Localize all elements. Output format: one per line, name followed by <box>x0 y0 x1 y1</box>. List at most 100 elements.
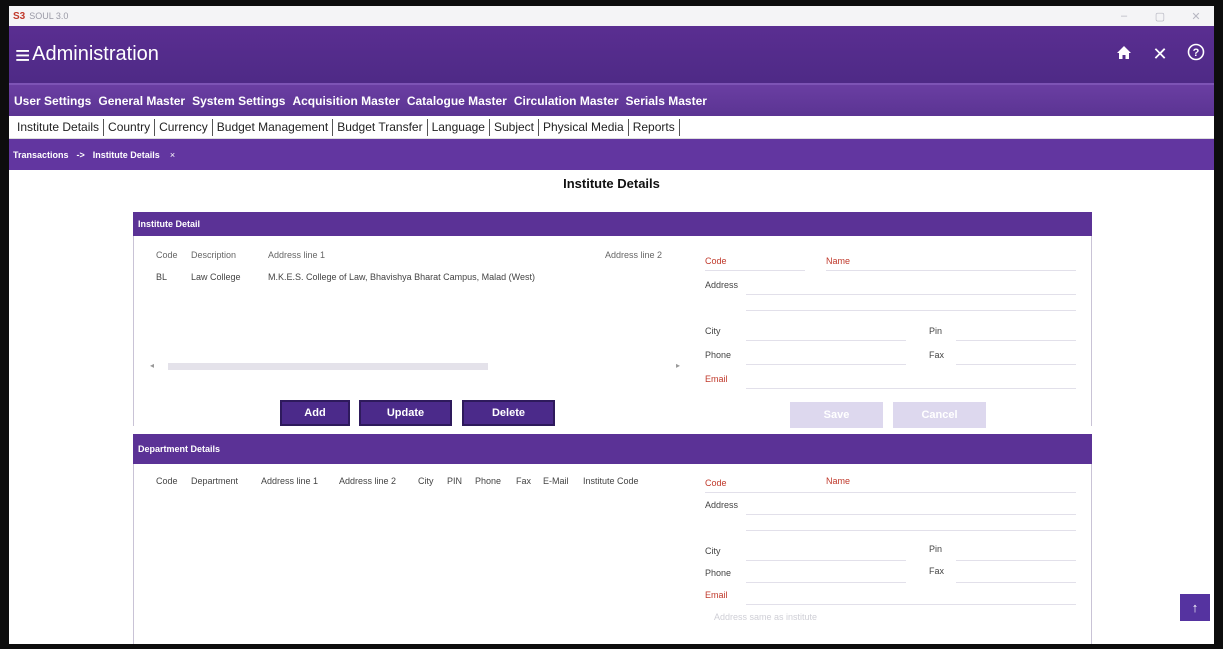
menu-acquisition-master[interactable]: Acquisition Master <box>292 94 399 108</box>
dept-col-pin: PIN <box>447 476 463 486</box>
code-field-label: Code <box>705 256 727 266</box>
dept-fax-input[interactable] <box>956 582 1076 583</box>
dept-col-fax: Fax <box>516 476 532 486</box>
dept-col-department: Department <box>191 476 239 486</box>
dept-col-institute-code: Institute Code <box>583 476 639 486</box>
dept-city-input[interactable] <box>746 560 906 561</box>
row-description: Law College <box>191 272 241 282</box>
window-close-button[interactable]: ✕ <box>1178 10 1214 23</box>
menu-system-settings[interactable]: System Settings <box>192 94 285 108</box>
dept-city-field-label: City <box>705 546 721 556</box>
scrollbar-thumb[interactable] <box>168 363 488 370</box>
address-input[interactable] <box>746 294 1076 295</box>
address-same-as-institute-checkbox[interactable]: Address same as institute <box>714 612 817 622</box>
fax-input[interactable] <box>956 364 1076 365</box>
row-code: BL <box>156 272 168 282</box>
scroll-to-top-button[interactable]: ↑ <box>1180 594 1210 621</box>
pin-input[interactable] <box>956 340 1076 341</box>
home-icon[interactable] <box>1106 44 1142 65</box>
col-code: Code <box>156 250 178 260</box>
email-field-label: Email <box>705 374 728 384</box>
fax-field-label: Fax <box>929 350 945 360</box>
address-field-label: Address <box>705 280 739 290</box>
dept-name-field-label: Name <box>826 476 851 486</box>
submenu-budget-management[interactable]: Budget Management <box>213 118 334 136</box>
city-input[interactable] <box>746 340 906 341</box>
city-field-label: City <box>705 326 721 336</box>
add-button[interactable]: Add <box>280 400 350 426</box>
cancel-button[interactable]: Cancel <box>893 402 986 428</box>
dept-col-address-line-2: Address line 2 <box>339 476 397 486</box>
submenu-reports[interactable]: Reports <box>629 118 680 136</box>
arrow-up-icon: ↑ <box>1191 600 1199 615</box>
minimize-button[interactable]: – <box>1106 10 1142 23</box>
dept-pin-field-label: Pin <box>929 544 943 554</box>
submenu-language[interactable]: Language <box>428 118 490 136</box>
col-address-line-1: Address line 1 <box>268 250 326 260</box>
svg-text:?: ? <box>1193 47 1200 59</box>
page-title: Institute Details <box>563 176 660 191</box>
breadcrumb-arrow: -> <box>76 149 85 160</box>
submenu-country[interactable]: Country <box>104 118 156 136</box>
submenu-physical-media[interactable]: Physical Media <box>539 118 629 136</box>
menu-serials-master[interactable]: Serials Master <box>626 94 707 108</box>
dept-phone-input[interactable] <box>746 582 906 583</box>
breadcrumb: Transactions -> Institute Details × <box>9 139 1214 170</box>
app-title: Administration <box>32 43 159 65</box>
maximize-button[interactable]: ▢ <box>1142 10 1178 23</box>
code-input[interactable] <box>705 270 805 271</box>
app-window: S3 SOUL 3.0 – ▢ ✕ ≡ Administration ✕ ? U… <box>9 6 1214 644</box>
menu-circulation-master[interactable]: Circulation Master <box>514 94 619 108</box>
col-description: Description <box>191 250 237 260</box>
department-panel-body: Code Department Address line 1 Address l… <box>133 464 1092 644</box>
dept-address-input[interactable] <box>746 514 1076 515</box>
app-logo: S3 <box>13 10 26 22</box>
email-input[interactable] <box>746 388 1076 389</box>
horizontal-scrollbar[interactable]: ◂ ▸ <box>150 361 680 371</box>
window-title-bar: S3 SOUL 3.0 – ▢ ✕ <box>9 6 1214 26</box>
dept-fax-field-label: Fax <box>929 566 945 576</box>
help-icon[interactable]: ? <box>1178 43 1214 66</box>
dept-email-input[interactable] <box>746 604 1076 605</box>
dept-col-city: City <box>418 476 434 486</box>
breadcrumb-current[interactable]: Institute Details <box>93 150 160 160</box>
department-details-panel: Department Details Code Department Addre… <box>133 434 1092 644</box>
scroll-left-icon[interactable]: ◂ <box>150 361 154 370</box>
institute-detail-panel: Institute Detail Code Description Addres… <box>133 212 1092 428</box>
scroll-right-icon[interactable]: ▸ <box>676 361 680 370</box>
department-panel-title: Department Details <box>133 434 1092 464</box>
submenu-institute-details[interactable]: Institute Details <box>13 118 105 136</box>
close-icon[interactable]: ✕ <box>1142 44 1178 65</box>
dept-address-field-label: Address <box>705 500 739 510</box>
name-input[interactable] <box>826 270 1076 271</box>
breadcrumb-close-icon[interactable]: × <box>170 150 175 160</box>
phone-field-label: Phone <box>705 350 732 360</box>
menu-catalogue-master[interactable]: Catalogue Master <box>407 94 507 108</box>
dept-name-input[interactable] <box>746 492 1076 493</box>
menu-general-master[interactable]: General Master <box>98 94 185 108</box>
address-input-2[interactable] <box>746 310 1076 311</box>
update-button[interactable]: Update <box>359 400 452 426</box>
app-header: ≡ Administration ✕ ? <box>9 26 1214 83</box>
dept-pin-input[interactable] <box>956 560 1076 561</box>
dept-col-code: Code <box>156 476 178 486</box>
menu-user-settings[interactable]: User Settings <box>14 94 91 108</box>
phone-input[interactable] <box>746 364 906 365</box>
row-address-line-1: M.K.E.S. College of Law, Bhavishya Bhara… <box>268 272 535 282</box>
dept-col-phone: Phone <box>475 476 502 486</box>
delete-button[interactable]: Delete <box>462 400 555 426</box>
col-address-line-2: Address line 2 <box>605 250 663 260</box>
institute-panel-body: Code Description Address line 1 Address … <box>133 236 1092 428</box>
dept-address-input-2[interactable] <box>746 530 1076 531</box>
submenu-currency[interactable]: Currency <box>155 118 213 136</box>
dept-code-field-label: Code <box>705 478 727 488</box>
breadcrumb-root[interactable]: Transactions <box>13 150 69 160</box>
hamburger-menu-icon[interactable]: ≡ <box>15 42 30 68</box>
save-button[interactable]: Save <box>790 402 883 428</box>
submenu-budget-transfer[interactable]: Budget Transfer <box>333 118 428 136</box>
window-title: SOUL 3.0 <box>29 11 69 21</box>
pin-field-label: Pin <box>929 326 943 336</box>
dept-phone-field-label: Phone <box>705 568 732 578</box>
submenu-subject[interactable]: Subject <box>490 118 539 136</box>
dept-col-email: E-Mail <box>543 476 569 486</box>
